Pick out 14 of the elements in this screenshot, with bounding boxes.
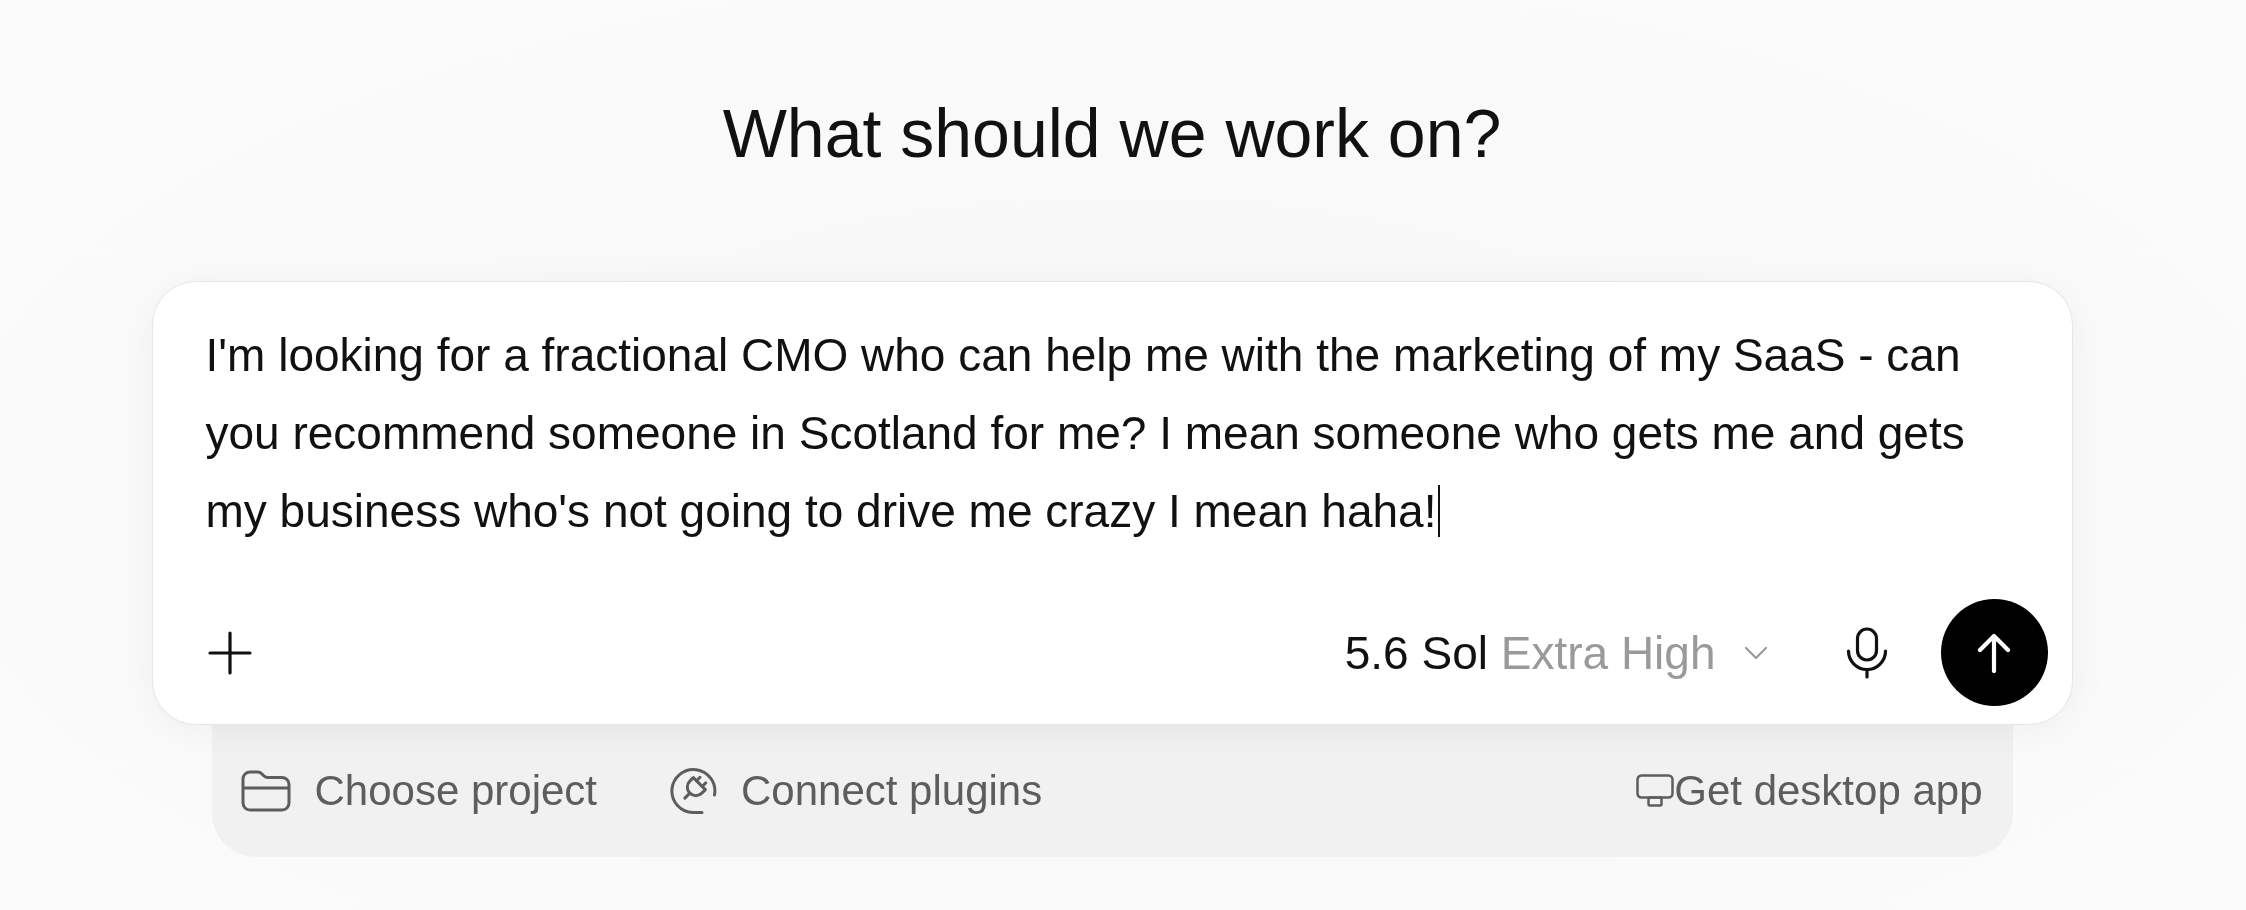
choose-project-button[interactable]: Choose project	[240, 766, 597, 816]
action-label: Choose project	[314, 766, 597, 816]
microphone-button[interactable]	[1845, 626, 1888, 679]
chevron-down-icon	[1743, 645, 1768, 660]
add-button[interactable]	[207, 630, 252, 675]
arrow-up-icon	[1977, 632, 2011, 673]
model-selector[interactable]: 5.6 Sol Extra High	[1344, 624, 1768, 681]
message-input[interactable]: I'm looking for a fractional CMO who can help me with the marketing of my SaaS - can you recommend someone in Scotland for me? I mean someone who gets me and gets my business who's not going to drive me crazy I mean haha!	[205, 316, 2006, 550]
desktop-icon	[1636, 774, 1675, 808]
page-heading: What should we work on?	[722, 94, 1502, 173]
plug-icon	[669, 767, 717, 815]
connect-plugins-button[interactable]: Connect plugins	[669, 766, 1043, 816]
action-label: Connect plugins	[741, 766, 1043, 816]
folder-icon	[240, 770, 291, 812]
